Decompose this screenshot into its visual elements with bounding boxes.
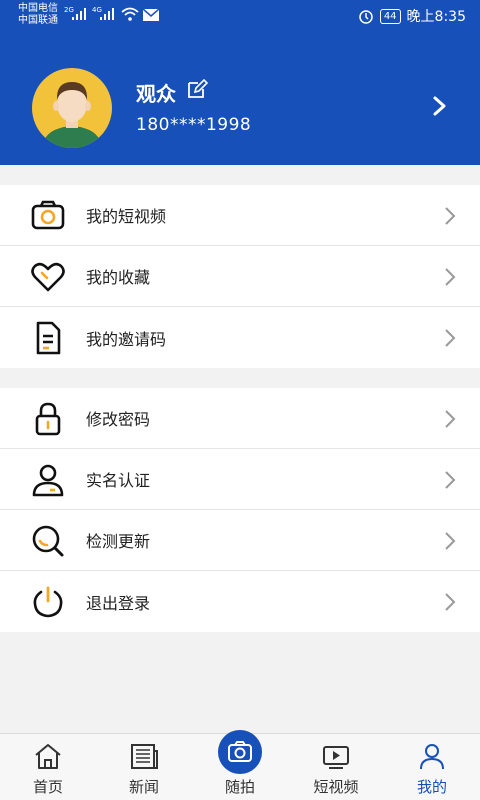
menu-item-logout[interactable]: 退出登录 <box>0 571 480 632</box>
phone-number: 180****1998 <box>136 115 252 135</box>
menu-item-label: 实名认证 <box>86 471 151 490</box>
tab-label: 短视频 <box>313 778 359 796</box>
carrier-2: 中国联通 <box>18 15 58 26</box>
chevron-right-icon <box>445 532 456 550</box>
chevron-right-icon <box>445 471 456 489</box>
tab-label: 首页 <box>32 778 63 796</box>
menu-item-label: 修改密码 <box>86 410 151 429</box>
video-icon <box>323 746 349 769</box>
menu-group-account: 修改密码 实名认证 检测更新 退出登录 <box>0 388 480 632</box>
news-icon <box>131 744 158 769</box>
menu-item-label: 我的收藏 <box>86 268 151 287</box>
menu-item-change-password[interactable]: 修改密码 <box>0 388 480 449</box>
lock-icon <box>35 402 61 436</box>
heart-icon <box>31 262 65 292</box>
chevron-right-icon <box>445 593 456 611</box>
signal-icon-2 <box>100 8 114 20</box>
profile-header: 中国电信 中国联通 2G 4G 44 晚上8:35 观众 180****1998 <box>0 0 480 165</box>
tab-news[interactable]: 新闻 <box>96 734 192 800</box>
tab-snapshot[interactable]: 随拍 <box>192 730 288 800</box>
edit-icon[interactable] <box>186 78 208 100</box>
bottom-tab-bar: 首页 新闻 随拍 短视频 我的 <box>0 730 480 800</box>
carrier-1: 中国电信 <box>18 3 58 14</box>
avatar-image <box>42 82 102 148</box>
menu-item-verification[interactable]: 实名认证 <box>0 449 480 510</box>
tab-short-video[interactable]: 短视频 <box>288 734 384 800</box>
tab-mine[interactable]: 我的 <box>384 734 480 800</box>
menu-item-check-update[interactable]: 检测更新 <box>0 510 480 571</box>
power-icon <box>33 586 63 618</box>
camera-icon <box>31 200 65 230</box>
status-right: 44 晚上8:35 <box>358 6 466 26</box>
chevron-right-icon <box>445 207 456 225</box>
menu-item-label: 退出登录 <box>86 593 151 613</box>
tab-label: 新闻 <box>128 778 159 796</box>
chevron-right-icon <box>445 410 456 428</box>
home-icon <box>35 744 61 769</box>
user-icon <box>420 744 444 770</box>
wifi-icon <box>121 7 139 21</box>
profile-chevron-right-icon[interactable] <box>432 95 448 117</box>
signal-icon <box>72 8 86 20</box>
mail-icon <box>143 9 159 21</box>
document-icon <box>36 321 61 355</box>
alarm-icon <box>359 10 373 24</box>
status-time: 晚上8:35 <box>406 9 466 25</box>
camera-icon <box>228 741 252 762</box>
menu-item-label: 我的邀请码 <box>86 329 167 349</box>
menu-item-label: 我的短视频 <box>86 207 167 226</box>
avatar[interactable] <box>32 68 112 148</box>
menu-item-label: 检测更新 <box>86 532 151 551</box>
menu-item-invite-code[interactable]: 我的邀请码 <box>0 307 480 368</box>
menu-item-favorites[interactable]: 我的收藏 <box>0 246 480 307</box>
carrier-info: 中国电信 中国联通 <box>18 3 58 27</box>
tab-label: 我的 <box>416 778 447 796</box>
username: 观众 <box>136 82 176 106</box>
tab-home[interactable]: 首页 <box>0 734 96 800</box>
chevron-right-icon <box>445 329 456 347</box>
search-icon <box>32 525 64 557</box>
battery-indicator: 44 <box>379 8 401 24</box>
camera-button <box>218 730 262 774</box>
user-icon <box>32 464 64 497</box>
tab-label: 随拍 <box>224 778 255 796</box>
status-bar: 中国电信 中国联通 2G 4G 44 晚上8:35 <box>0 0 480 32</box>
chevron-right-icon <box>445 268 456 286</box>
menu-item-my-videos[interactable]: 我的短视频 <box>0 185 480 246</box>
menu-group-content: 我的短视频 我的收藏 我的邀请码 <box>0 185 480 368</box>
